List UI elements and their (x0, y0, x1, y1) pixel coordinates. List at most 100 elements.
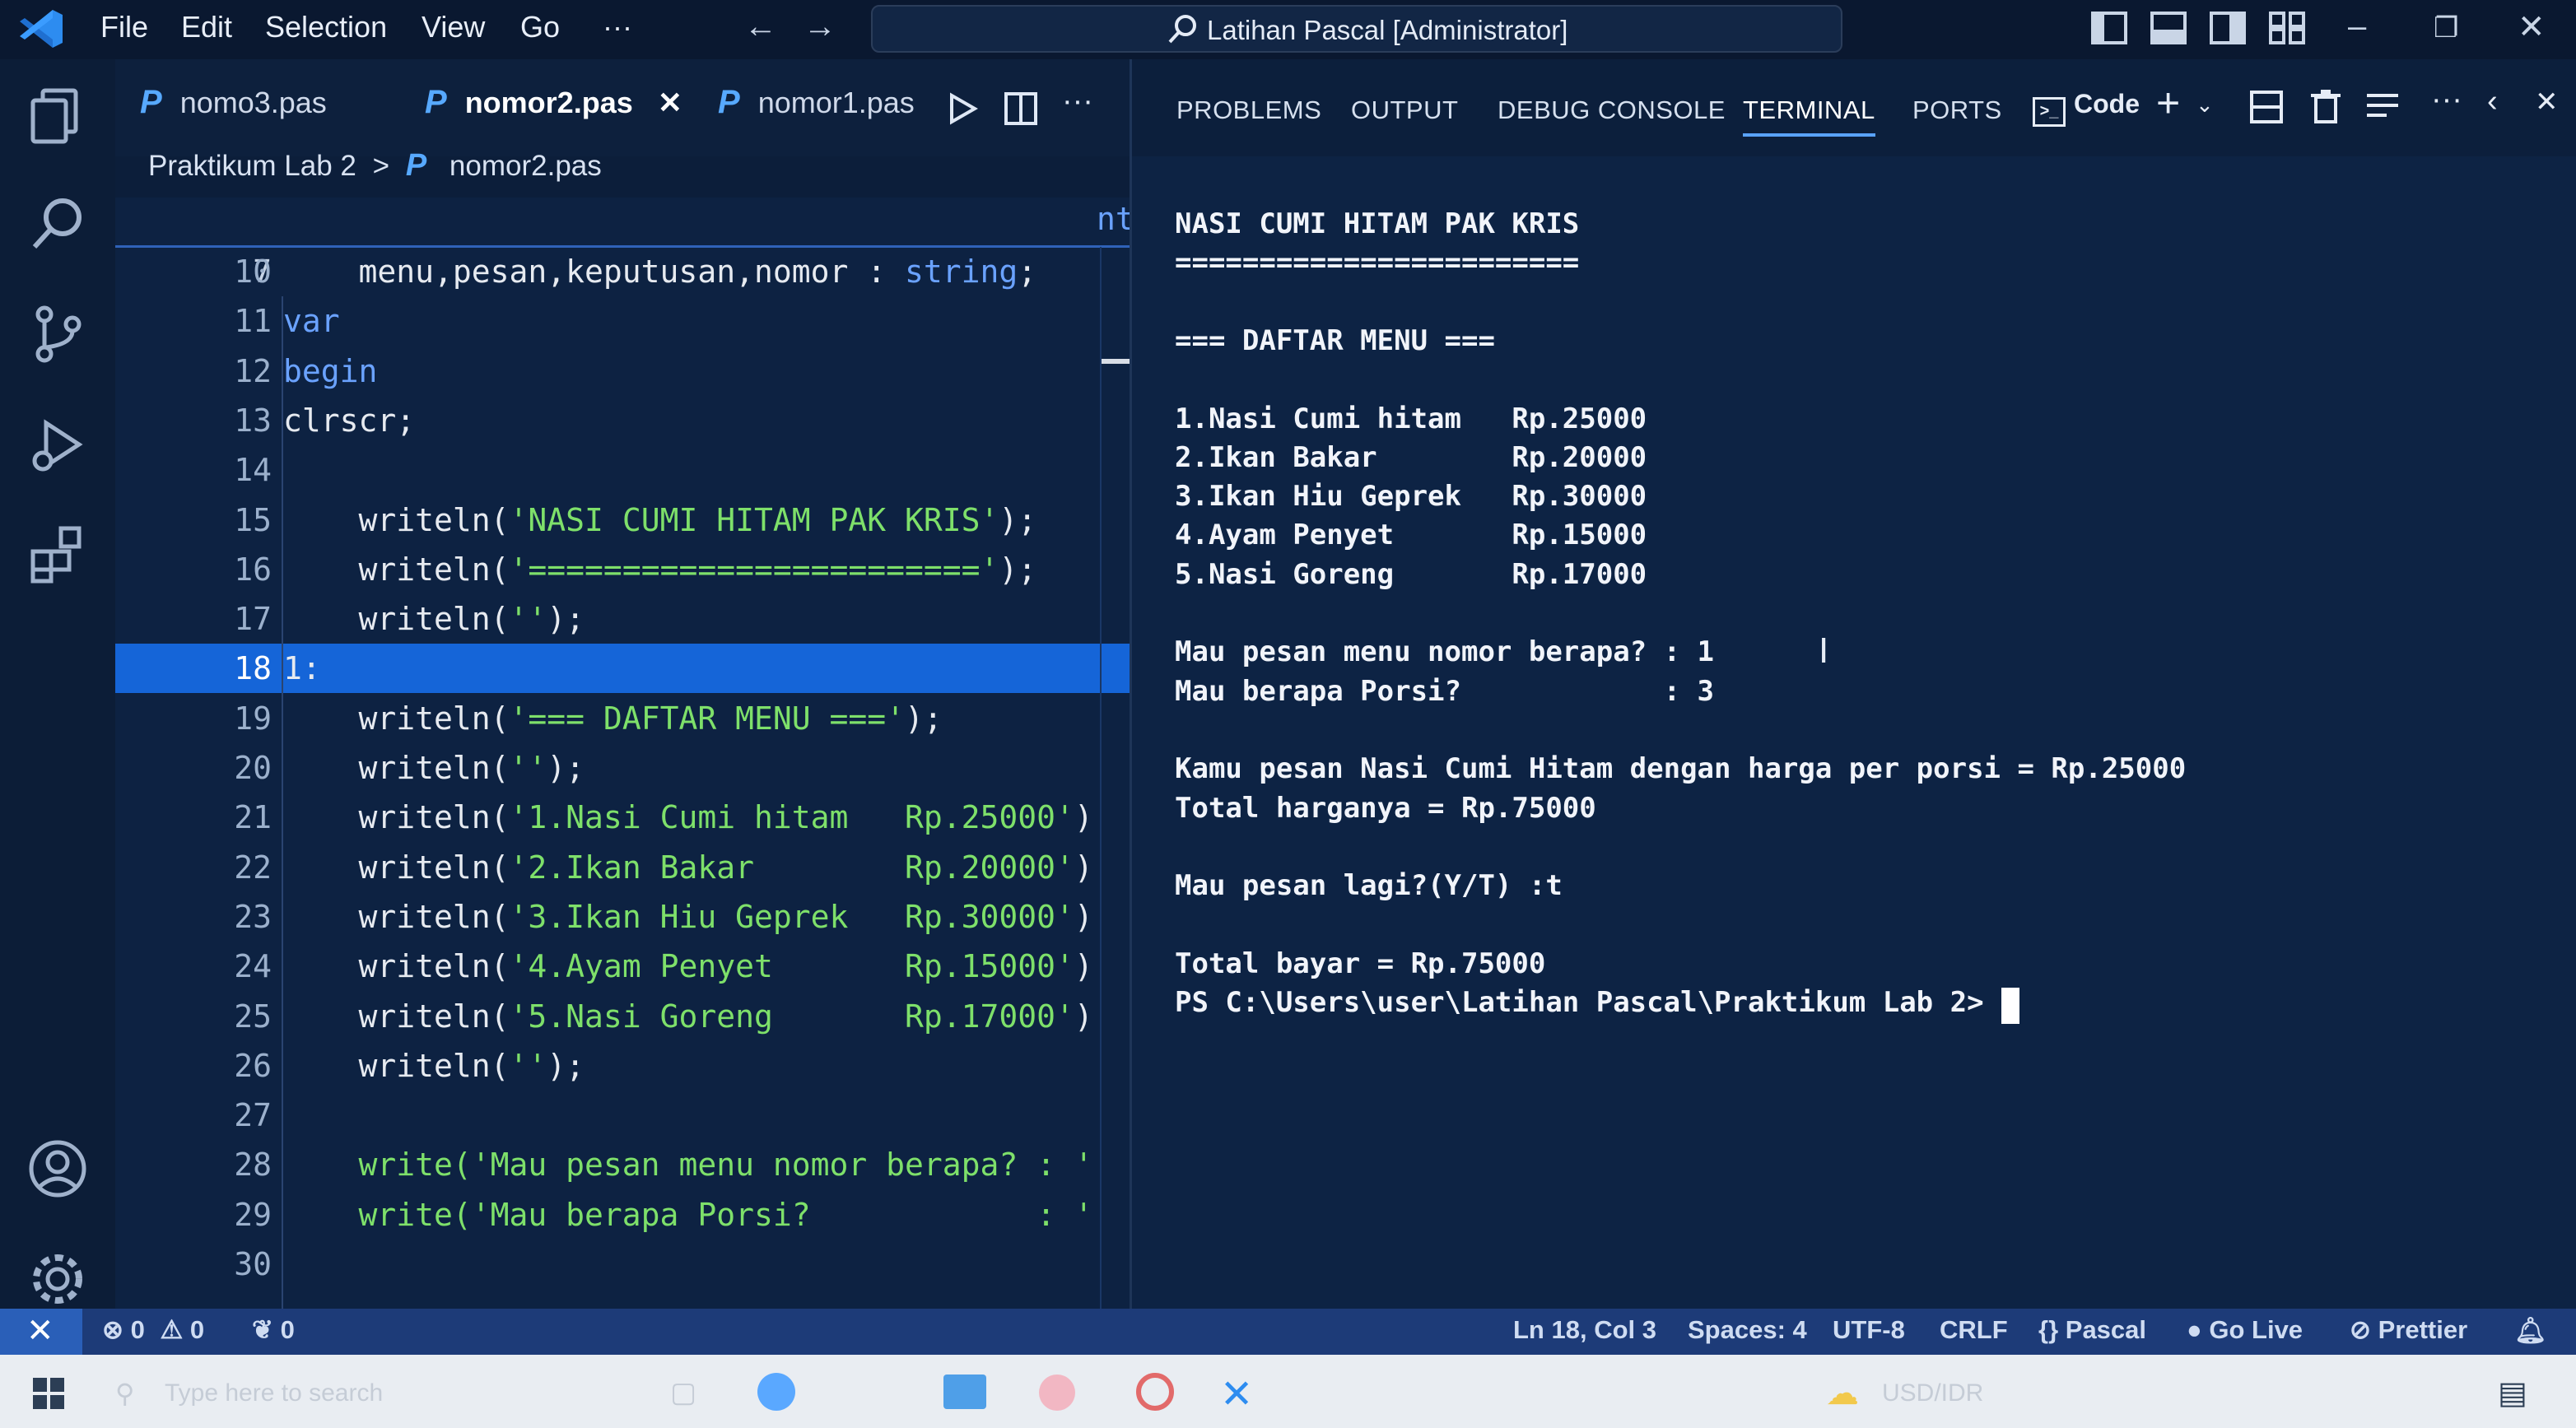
gear-icon[interactable] (21, 1243, 94, 1315)
bell-icon[interactable]: 🔔︎ (2514, 1315, 2546, 1346)
go-live-button[interactable]: ● Go Live (2187, 1315, 2303, 1345)
window-title: Latihan Pascal [Administrator] (1207, 15, 1568, 45)
new-terminal-icon[interactable]: + (2156, 79, 2180, 127)
tab-ports[interactable]: PORTS (1912, 95, 2002, 125)
windows-start-icon[interactable] (33, 1378, 64, 1413)
code-text: writeln('NASI CUMI HITAM PAK KRIS'); (283, 495, 1037, 545)
code-line: 13 clrscr; (115, 396, 1130, 445)
terminal-profile[interactable]: >_ Code (2033, 89, 2140, 127)
code-line: 27 (115, 1091, 1130, 1140)
tab-output[interactable]: OUTPUT (1351, 95, 1458, 125)
problems-status[interactable]: ⊗ 0 ⚠ 0 (102, 1315, 204, 1345)
run-debug-icon[interactable] (21, 408, 94, 481)
breadcrumb-file[interactable]: nomor2.pas (450, 150, 602, 182)
close-tab-icon[interactable]: ✕ (658, 86, 682, 119)
menu-edit[interactable]: Edit (181, 10, 232, 44)
code-line: 20 writeln(''); (115, 743, 1130, 793)
menu-view[interactable]: View (422, 10, 485, 44)
trash-icon[interactable] (2311, 89, 2341, 128)
code-text: write('Mau pesan menu nomor berapa? : ' (283, 1140, 1093, 1189)
restore-icon[interactable]: ❐ (2434, 12, 2458, 44)
menu-more[interactable]: ··· (603, 10, 632, 44)
close-window-icon[interactable]: ✕ (2518, 8, 2546, 46)
more-actions-icon[interactable]: ··· (1062, 84, 1093, 119)
remote-indicator-icon[interactable]: ✕ (0, 1309, 82, 1355)
status-bar: ⊗ 0 ⚠ 0 ❦ 0 Ln 18, Col 3 Spaces: 4 UTF-8… (0, 1309, 2576, 1355)
code-token: writeln( (283, 501, 510, 538)
split-editor-icon[interactable] (1004, 92, 1037, 129)
indentation[interactable]: Spaces: 4 (1688, 1315, 1807, 1345)
pascal-file-icon: P (425, 84, 447, 120)
code-token: '3.Ikan Hiu Geprek Rp.30000' (509, 898, 1074, 935)
pascal-file-icon: P (718, 84, 740, 120)
code-line: 28 write('Mau pesan menu nomor berapa? :… (115, 1140, 1130, 1189)
minimize-icon[interactable]: – (2348, 8, 2366, 45)
menu-file[interactable]: File (100, 10, 148, 44)
cursor-position[interactable]: Ln 18, Col 3 (1513, 1315, 1656, 1345)
code-line: 30 (115, 1240, 1130, 1289)
toggle-secondary-sidebar-icon[interactable] (2210, 12, 2246, 49)
customize-layout-icon[interactable] (2269, 12, 2305, 49)
split-terminal-icon[interactable] (2250, 91, 2283, 128)
app-icon[interactable] (1039, 1375, 1075, 1411)
tab-nomor1[interactable]: Pnomor1.pas (718, 84, 915, 121)
chat-notification-icon[interactable]: ▤ (2498, 1375, 2527, 1412)
run-file-icon[interactable] (948, 92, 979, 129)
ports-status[interactable]: ❦ 0 (252, 1315, 295, 1345)
prettier-button[interactable]: ⊘ Prettier (2350, 1315, 2467, 1345)
line-number: 18 (234, 650, 272, 687)
line-number: 28 (234, 1147, 272, 1184)
currency-widget[interactable]: USD/IDR (1882, 1379, 1983, 1407)
search-sidebar-icon[interactable] (21, 188, 94, 260)
end-of-line[interactable]: CRLF (1940, 1315, 2008, 1345)
sticky-scroll-line: 7 var (115, 198, 1130, 339)
panel-more-icon[interactable]: ··· (2431, 82, 2462, 118)
toggle-primary-sidebar-icon[interactable] (2091, 12, 2127, 49)
breadcrumb-folder[interactable]: Praktikum Lab 2 (148, 150, 356, 182)
terminal-output[interactable]: NASI CUMI HITAM PAK KRIS ================… (1132, 156, 2576, 1309)
file-explorer-icon[interactable] (943, 1375, 986, 1409)
vscode-taskbar-icon[interactable]: ✕ (1220, 1371, 1253, 1417)
line-number: 25 (234, 998, 272, 1035)
terminal-line: Mau pesan menu nomor berapa? : 1 (1175, 635, 1715, 669)
code-text: writeln(''); (283, 1041, 585, 1091)
tab-terminal[interactable]: TERMINAL (1743, 95, 1875, 137)
code-token: ) (1074, 898, 1093, 935)
tab-nomor2[interactable]: Pnomor2.pas ✕ (425, 84, 682, 121)
source-control-icon[interactable] (21, 298, 94, 370)
code-editor[interactable]: 7 var nt 10 menu,pesan,keputusan,nomor :… (115, 198, 1130, 1309)
tab-problems[interactable]: PROBLEMS (1176, 95, 1321, 125)
command-center-search[interactable]: Latihan Pascal [Administrator] (871, 5, 1842, 53)
code-line: 16 writeln('========================'); (115, 545, 1130, 594)
chrome-icon[interactable] (1136, 1373, 1174, 1411)
encoding[interactable]: UTF-8 (1833, 1315, 1905, 1345)
terminal-line: Mau berapa Porsi? : 3 (1175, 674, 1715, 708)
explorer-icon[interactable] (21, 79, 94, 151)
task-view-icon[interactable]: ▢ (670, 1376, 696, 1409)
tab-debug-console[interactable]: DEBUG CONSOLE (1498, 95, 1726, 125)
close-panel-icon[interactable]: ✕ (2535, 86, 2559, 119)
menu-selection[interactable]: Selection (265, 10, 387, 44)
language-mode[interactable]: {} Pascal (2038, 1315, 2146, 1345)
taskbar-search-input[interactable]: Type here to search (165, 1379, 383, 1407)
code-token: '' (509, 601, 547, 638)
code-line: 17 writeln(''); (115, 594, 1130, 644)
chevron-left-icon[interactable]: ‹ (2487, 84, 2498, 119)
toggle-panel-icon[interactable] (2150, 12, 2187, 49)
chevron-down-icon[interactable]: ⌄ (2196, 92, 2214, 118)
tab-nomo3[interactable]: Pnomo3.pas (140, 84, 327, 121)
code-token: writeln( (283, 700, 510, 737)
code-token: writeln( (283, 998, 510, 1035)
line-number: 19 (234, 700, 272, 737)
code-text: write('Mau berapa Porsi? : ' (283, 1190, 1093, 1240)
code-token: writeln( (283, 1047, 510, 1084)
forward-arrow-icon[interactable]: → (804, 8, 836, 45)
accounts-icon[interactable] (21, 1133, 94, 1205)
clear-terminal-icon[interactable] (2365, 91, 2400, 128)
menu-go[interactable]: Go (520, 10, 560, 44)
code-token: '' (509, 1047, 547, 1084)
extensions-icon[interactable] (21, 519, 94, 591)
back-arrow-icon[interactable]: ← (744, 8, 777, 45)
line-number: 20 (234, 750, 272, 786)
edge-icon[interactable] (757, 1373, 795, 1411)
